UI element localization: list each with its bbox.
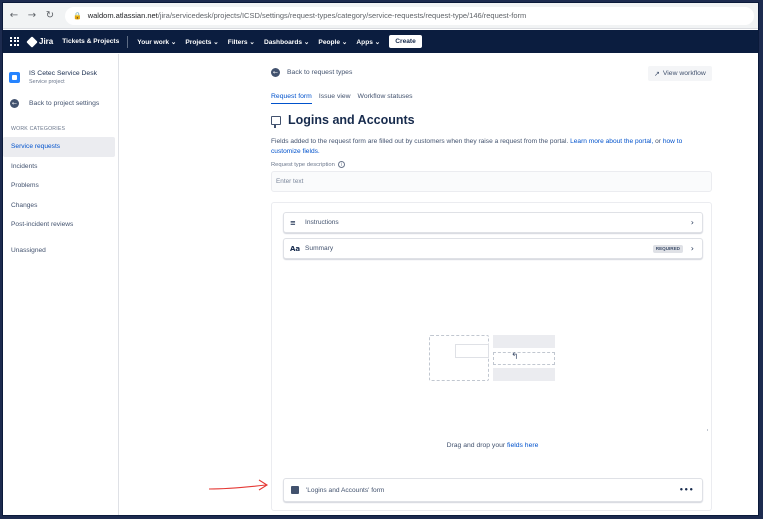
address-bar[interactable]: 🔒 waldom.atlassian.net/jira/servicedesk/… — [65, 6, 754, 25]
field-summary[interactable]: Aa Summary REQUIRED › — [283, 238, 703, 259]
nav-your-work[interactable]: Your work ⌄ — [137, 38, 176, 46]
request-type-description-label: Request type description i — [271, 161, 345, 168]
description-or: or — [653, 138, 663, 145]
tab-workflow-statuses[interactable]: Workflow statuses — [358, 93, 413, 104]
top-navigation: Jira Tickets & Projects Your work ⌄ Proj… — [3, 30, 758, 53]
back-to-project-settings-label: Back to project settings — [29, 100, 100, 107]
main-content: ← Back to request types ↗ View workflow … — [120, 54, 758, 516]
lock-icon: 🔒 — [73, 11, 82, 20]
chevron-right-icon: › — [690, 244, 694, 253]
lines-icon: ≡ — [290, 218, 296, 227]
project-header[interactable]: IS Cetec Service Desk Service project — [3, 54, 118, 85]
arrow-left-icon: ← — [10, 99, 19, 108]
work-categories-list: Service requests Incidents Problems Chan… — [3, 137, 118, 235]
project-avatar — [9, 72, 20, 83]
drag-cursor-icon: ↰ — [511, 352, 519, 362]
sidebar-item-problems[interactable]: Problems — [3, 176, 118, 196]
url-path: /jira/servicedesk/projects/ICSD/settings… — [157, 11, 527, 20]
annotation-arrow — [208, 479, 269, 491]
field-instructions-label: Instructions — [305, 219, 339, 226]
sidebar-item-incidents[interactable]: Incidents — [3, 157, 118, 177]
learn-more-portal-link[interactable]: Learn more about the portal, — [570, 138, 653, 145]
back-to-project-settings-link[interactable]: ← Back to project settings — [10, 99, 118, 108]
sidebar-item-changes[interactable]: Changes — [3, 196, 118, 216]
text-field-icon: Aa — [290, 244, 301, 253]
reload-icon[interactable]: ↻ — [43, 9, 57, 23]
horizontal-scrollbar[interactable] — [353, 515, 411, 516]
project-name: IS Cetec Service Desk — [29, 70, 97, 77]
page-title-text: Logins and Accounts — [288, 113, 415, 127]
field-summary-label: Summary — [305, 245, 334, 252]
form-field-logins-accounts[interactable]: 'Logins and Accounts' form ••• — [283, 478, 703, 502]
jira-logo[interactable]: Jira — [26, 35, 54, 48]
back-to-request-types-link[interactable]: ← Back to request types — [271, 68, 352, 77]
nav-projects[interactable]: Projects ⌄ — [185, 38, 218, 46]
request-type-description-text: Request type description — [271, 161, 335, 168]
view-workflow-button[interactable]: ↗ View workflow — [648, 66, 712, 81]
drop-zone-text-plain: Drag and drop your — [446, 442, 508, 449]
info-icon[interactable]: i — [337, 161, 345, 168]
work-categories-heading: WORK CATEGORIES — [11, 126, 66, 132]
sidebar-item-unassigned[interactable]: Unassigned — [3, 241, 118, 261]
scroll-indicator — [707, 429, 708, 431]
nav-filters[interactable]: Filters ⌄ — [228, 38, 255, 46]
back-to-request-types-label: Back to request types — [287, 69, 353, 76]
tab-request-form[interactable]: Request form — [271, 93, 312, 104]
form-builder-area: ≡ Instructions › Aa Summary REQUIRED › ↰… — [271, 202, 712, 511]
fields-here-link[interactable]: fields here — [507, 442, 538, 449]
forward-arrow-icon[interactable]: → — [25, 9, 39, 23]
form-field-label: 'Logins and Accounts' form — [306, 486, 385, 494]
request-type-description-input[interactable]: Enter text — [271, 171, 712, 192]
create-button[interactable]: Create — [389, 35, 422, 48]
chevron-right-icon: › — [690, 218, 694, 227]
jira-logo-text: Jira — [39, 37, 54, 46]
nav-apps[interactable]: Apps ⌄ — [356, 38, 380, 46]
arrow-left-icon: ← — [271, 68, 280, 77]
app-switcher-icon[interactable] — [10, 36, 20, 47]
drop-zone-illustration: ↰ — [429, 335, 555, 381]
request-type-icon — [271, 115, 281, 128]
project-type: Service project — [29, 79, 65, 85]
required-badge: REQUIRED — [652, 244, 683, 253]
browser-toolbar: ← → ↻ 🔒 waldom.atlassian.net/jira/servic… — [3, 3, 758, 29]
browser-window: ← → ↻ 🔒 waldom.atlassian.net/jira/servic… — [2, 2, 759, 516]
back-arrow-icon[interactable]: ← — [7, 9, 21, 23]
view-workflow-label: View workflow — [662, 70, 706, 77]
description-text: Fields added to the request form are fil… — [271, 138, 571, 145]
page-title: Logins and Accounts — [271, 113, 415, 128]
field-instructions[interactable]: ≡ Instructions › — [283, 212, 703, 233]
drop-zone-text: Drag and drop your fields here — [272, 442, 713, 449]
workflow-icon: ↗ — [654, 69, 660, 78]
sidebar-item-service-requests[interactable]: Service requests — [3, 137, 115, 157]
nav-people[interactable]: People ⌄ — [318, 38, 347, 46]
tabs: Request form Issue view Workflow statuse… — [271, 93, 413, 104]
jira-logo-icon — [26, 35, 38, 48]
form-icon — [291, 486, 299, 494]
form-description: Fields added to the request form are fil… — [271, 137, 711, 156]
tab-issue-view[interactable]: Issue view — [319, 93, 351, 104]
nav-tickets-projects[interactable]: Tickets & Projects — [62, 38, 119, 45]
sidebar: IS Cetec Service Desk Service project ← … — [3, 54, 119, 515]
nav-divider — [127, 35, 129, 48]
nav-dashboards[interactable]: Dashboards ⌄ — [264, 38, 309, 46]
sidebar-item-post-incident-reviews[interactable]: Post-incident reviews — [3, 215, 118, 235]
more-options-icon[interactable]: ••• — [679, 486, 694, 494]
url-host: waldom.atlassian.net — [87, 11, 158, 20]
